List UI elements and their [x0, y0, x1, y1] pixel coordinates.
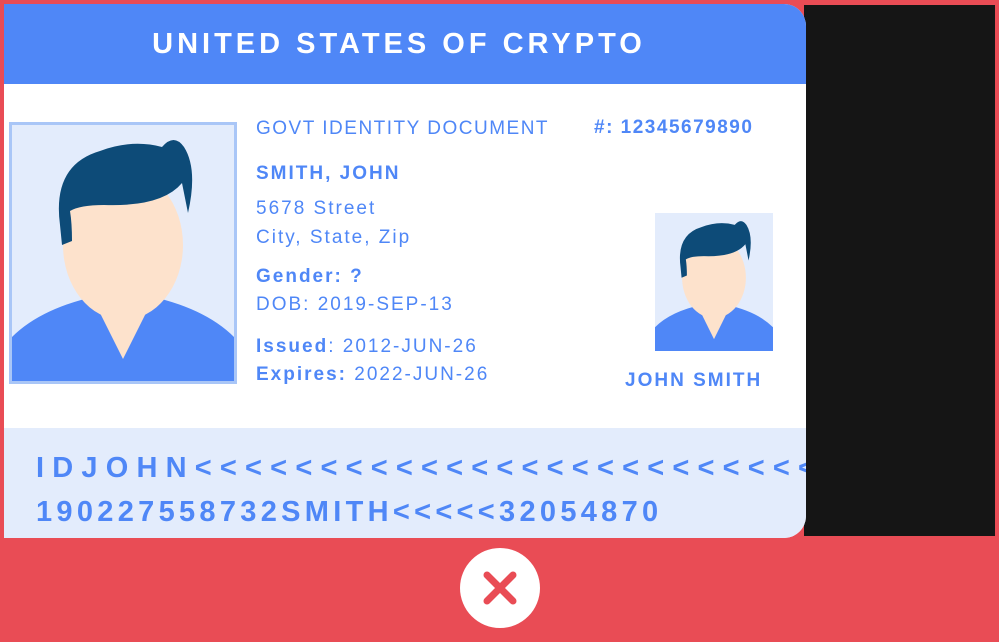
machine-readable-zone: IDJOHN<<<<<<<<<<<<<<<<<<<<<<<<< 19022755…: [4, 428, 806, 538]
document-type: GOVT IDENTITY DOCUMENT: [256, 118, 550, 139]
person-portrait-icon: [655, 221, 773, 351]
expires-field: Expires: 2022-JUN-26: [256, 364, 489, 386]
reject-badge: [460, 548, 540, 628]
background-dark-panel: [804, 5, 995, 536]
card-title: UNITED STATES OF CRYPTO: [152, 27, 646, 60]
dob-field: DOB: 2019-SEP-13: [256, 294, 454, 315]
address-line-1: 5678 Street: [256, 198, 377, 219]
expires-value: 2022-JUN-26: [346, 364, 490, 385]
person-portrait-icon: [12, 140, 234, 381]
mrz-line-1: IDJOHN<<<<<<<<<<<<<<<<<<<<<<<<<: [36, 452, 806, 484]
expires-label: Expires:: [256, 364, 347, 385]
portrait-photo-large: [9, 122, 237, 384]
issued-label: Issued: [256, 336, 329, 357]
address-line-2: City, State, Zip: [256, 227, 412, 248]
issued-value: : 2012-JUN-26: [328, 336, 478, 357]
issued-field: Issued: 2012-JUN-26: [256, 336, 478, 358]
mrz-line-2: 190227558732SMITH<<<<<32054870: [36, 496, 663, 528]
document-number: #: 12345679890: [594, 117, 754, 138]
close-x-icon: [483, 571, 517, 605]
holder-name: SMITH, JOHN: [256, 163, 401, 184]
gender-field: Gender: ?: [256, 266, 364, 287]
photo-caption: JOHN SMITH: [625, 370, 763, 391]
card-header: UNITED STATES OF CRYPTO: [4, 4, 806, 84]
portrait-photo-small: [655, 213, 773, 351]
id-card: UNITED STATES OF CRYPTO GOVT IDENTITY DO…: [4, 4, 806, 538]
